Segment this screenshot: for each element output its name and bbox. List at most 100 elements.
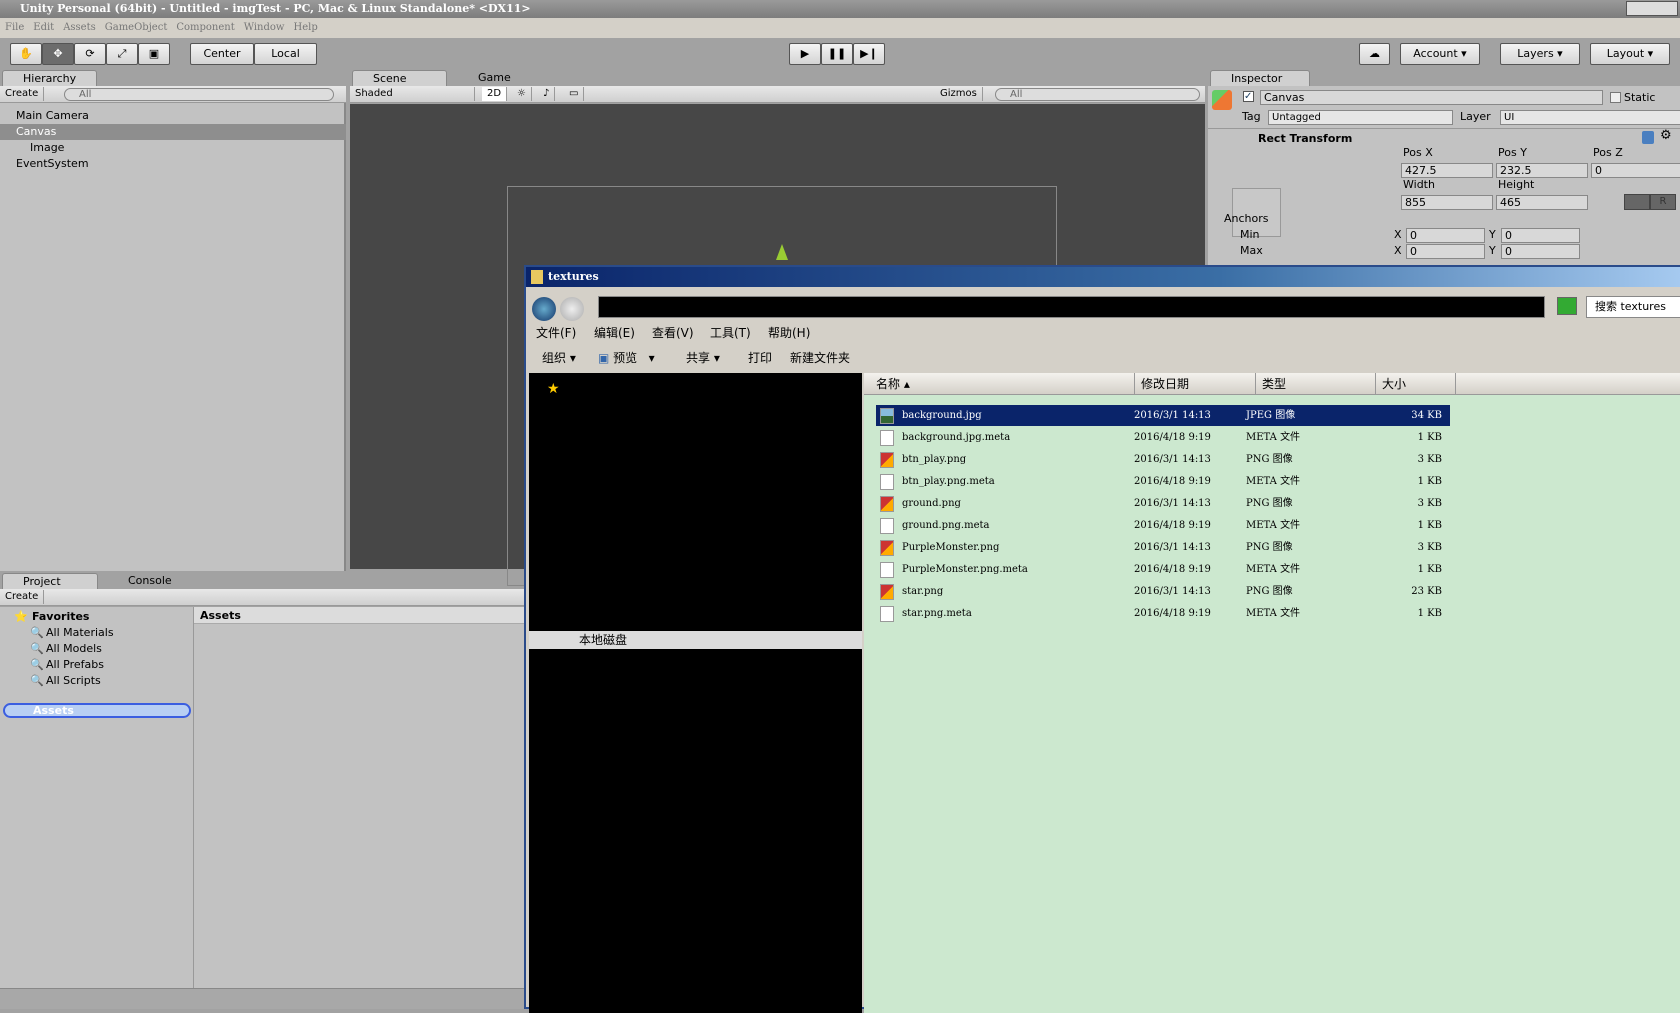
hierarchy-item[interactable]: EventSystem	[0, 156, 346, 172]
pivot-local-button[interactable]: Local	[254, 43, 317, 65]
pos-y-input[interactable]: 232.5	[1496, 163, 1588, 178]
menu-component[interactable]: Component	[176, 22, 234, 33]
account-dropdown[interactable]: Account ▾	[1400, 43, 1480, 65]
forward-button[interactable]	[560, 297, 584, 321]
pivot-center-button[interactable]: Center	[190, 43, 254, 65]
file-row[interactable]: ground.png.meta 2016/4/18 9:19 META 文件 1 KB	[876, 515, 1450, 536]
menu-file[interactable]: File	[5, 22, 24, 33]
new-folder-button[interactable]: 新建文件夹	[790, 348, 850, 368]
column-name[interactable]: 名称 ▴	[864, 373, 1135, 395]
gizmos-dropdown[interactable]: Gizmos	[935, 87, 983, 101]
tag-dropdown[interactable]: Untagged	[1268, 110, 1453, 125]
pos-z-input[interactable]: 0	[1591, 163, 1680, 178]
height-input[interactable]: 465	[1496, 195, 1588, 210]
hierarchy-item[interactable]: Image	[0, 140, 346, 156]
tab-inspector[interactable]: Inspector	[1210, 70, 1310, 86]
favorite-item[interactable]: All Prefabs	[46, 658, 104, 672]
column-date[interactable]: 修改日期	[1135, 373, 1256, 395]
width-input[interactable]: 855	[1401, 195, 1493, 210]
file-row[interactable]: background.jpg 2016/3/1 14:13 JPEG 图像 34 KB	[876, 405, 1450, 426]
file-row[interactable]: ground.png 2016/3/1 14:13 PNG 图像 3 KB	[876, 493, 1450, 514]
back-button[interactable]	[532, 297, 556, 321]
column-type[interactable]: 类型	[1256, 373, 1376, 395]
shading-dropdown[interactable]: Shaded	[350, 87, 475, 101]
menu-window[interactable]: Window	[244, 22, 285, 33]
column-size[interactable]: 大小	[1376, 373, 1456, 395]
rect-transform-header[interactable]: Rect Transform	[1258, 132, 1352, 146]
explorer-menu-edit[interactable]: 编辑(E)	[594, 324, 635, 342]
step-button[interactable]: ▶❙	[853, 43, 885, 65]
file-row[interactable]: btn_play.png.meta 2016/4/18 9:19 META 文件 1 …	[876, 471, 1450, 492]
explorer-search-input[interactable]: 搜索 textures	[1586, 296, 1680, 318]
project-create-button[interactable]: Create	[0, 590, 45, 604]
favorite-item[interactable]: All Scripts	[46, 674, 101, 688]
anchor-min-y-input[interactable]: 0	[1501, 228, 1580, 243]
move-icon[interactable]: ✥	[42, 43, 74, 65]
tab-console[interactable]: Console	[108, 573, 188, 589]
layers-dropdown[interactable]: Layers ▾	[1500, 43, 1580, 65]
menu-gameobject[interactable]: GameObject	[105, 22, 168, 33]
menu-assets[interactable]: Assets	[63, 22, 96, 33]
static-checkbox[interactable]	[1610, 92, 1621, 103]
nav-item-selected[interactable]: 本地磁盘	[529, 631, 862, 649]
tab-project[interactable]: Project	[2, 573, 98, 589]
anchor-max-y-input[interactable]: 0	[1501, 244, 1580, 259]
max-y-label: Y	[1489, 244, 1496, 257]
anchor-max-x-input[interactable]: 0	[1406, 244, 1485, 259]
file-row[interactable]: PurpleMonster.png.meta 2016/4/18 9:19 META…	[876, 559, 1450, 580]
tab-scene[interactable]: Scene	[352, 70, 447, 86]
cloud-icon[interactable]: ☁	[1359, 43, 1390, 65]
favorites-label[interactable]: Favorites	[32, 610, 89, 624]
explorer-menu-file[interactable]: 文件(F)	[536, 324, 576, 342]
refresh-icon[interactable]	[1557, 297, 1577, 315]
preview-button[interactable]: ▣ 预览 ▾	[598, 348, 655, 368]
share-button[interactable]: 共享 ▾	[686, 348, 720, 368]
help-icon[interactable]	[1642, 131, 1654, 144]
layout-dropdown[interactable]: Layout ▾	[1590, 43, 1670, 65]
audio-icon[interactable]: ♪	[538, 87, 556, 101]
menu-help[interactable]: Help	[293, 22, 317, 33]
organize-button[interactable]: 组织 ▾	[542, 348, 576, 368]
explorer-menu-view[interactable]: 查看(V)	[652, 324, 694, 342]
navigation-pane[interactable]: ★ 本地磁盘	[529, 373, 862, 1013]
file-row[interactable]: star.png.meta 2016/4/18 9:19 META 文件 1 KB	[876, 603, 1450, 624]
hierarchy-search[interactable]: All	[64, 88, 334, 101]
effects-icon[interactable]: ▭	[564, 87, 585, 101]
file-row[interactable]: btn_play.png 2016/3/1 14:13 PNG 图像 3 KB	[876, 449, 1450, 470]
hand-icon[interactable]: ✋	[10, 43, 42, 65]
menu-edit[interactable]: Edit	[33, 22, 54, 33]
file-row[interactable]: background.jpg.meta 2016/4/18 9:19 META 文件…	[876, 427, 1450, 448]
scene-search[interactable]: All	[995, 88, 1200, 101]
tab-game[interactable]: Game	[458, 70, 538, 86]
favorite-item[interactable]: All Materials	[46, 626, 114, 640]
hierarchy-item-selected[interactable]: Canvas	[0, 124, 346, 140]
hierarchy-item[interactable]: Main Camera	[0, 108, 346, 124]
object-name-input[interactable]: Canvas	[1260, 90, 1603, 105]
file-row[interactable]: PurpleMonster.png 2016/3/1 14:13 PNG 图像 3 K…	[876, 537, 1450, 558]
file-date: 2016/3/1 14:13	[1134, 410, 1211, 421]
favorite-item[interactable]: All Models	[46, 642, 102, 656]
gear-icon[interactable]: ⚙	[1660, 128, 1672, 143]
file-row[interactable]: star.png 2016/3/1 14:13 PNG 图像 23 KB	[876, 581, 1450, 602]
print-button[interactable]: 打印	[748, 348, 772, 368]
layer-dropdown[interactable]: UI	[1500, 110, 1680, 125]
explorer-menu-help[interactable]: 帮助(H)	[768, 324, 810, 342]
path-input[interactable]	[598, 296, 1545, 318]
hierarchy-create-button[interactable]: Create	[0, 87, 45, 101]
scale-icon[interactable]: ⤢	[106, 43, 138, 65]
anchors-label[interactable]: Anchors	[1224, 212, 1269, 226]
pause-button[interactable]: ❚❚	[821, 43, 853, 65]
rect-icon[interactable]: ▣	[138, 43, 170, 65]
lighting-icon[interactable]: ☼	[512, 87, 532, 101]
raw-edit-button[interactable]: R	[1650, 194, 1676, 210]
play-button[interactable]: ▶	[789, 43, 821, 65]
blueprint-mode-button[interactable]	[1624, 194, 1650, 210]
explorer-menu-tools[interactable]: 工具(T)	[710, 324, 751, 342]
assets-folder-selected[interactable]: Assets	[3, 703, 191, 718]
rotate-icon[interactable]: ⟳	[74, 43, 106, 65]
pos-x-input[interactable]: 427.5	[1401, 163, 1493, 178]
2d-toggle[interactable]: 2D	[482, 87, 508, 101]
active-checkbox[interactable]: ✓	[1243, 91, 1254, 102]
tab-hierarchy[interactable]: Hierarchy	[2, 70, 97, 86]
anchor-min-x-input[interactable]: 0	[1406, 228, 1485, 243]
